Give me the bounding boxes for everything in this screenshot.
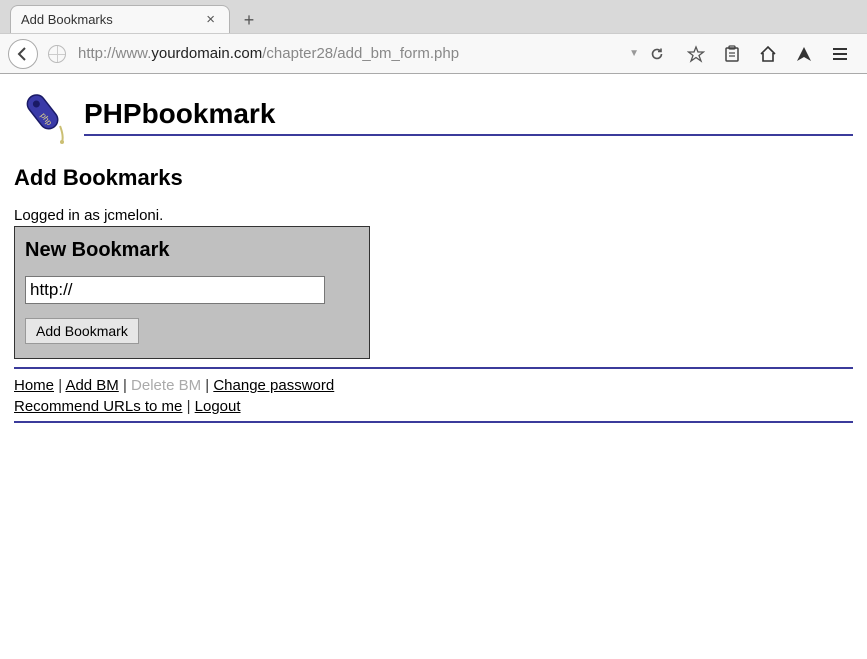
library-icon[interactable]	[721, 43, 743, 65]
nav-divider-top	[14, 367, 853, 369]
url-dropdown-icon[interactable]: ▼	[629, 48, 639, 59]
nav-separator: |	[123, 377, 131, 394]
send-icon[interactable]	[793, 43, 815, 65]
reload-button[interactable]	[649, 46, 665, 62]
browser-toolbar: http://www.yourdomain.com/chapter28/add_…	[0, 33, 867, 74]
nav-change-password-link[interactable]: Change password	[213, 377, 334, 394]
back-button[interactable]	[8, 39, 38, 69]
brand-divider	[84, 134, 853, 136]
nav-add-bm-link[interactable]: Add BM	[65, 377, 118, 394]
bookmark-star-icon[interactable]	[685, 43, 707, 65]
brand-title: PHPbookmark	[84, 98, 853, 130]
url-domain: yourdomain.com	[151, 45, 262, 62]
url-prefix: http://www.	[78, 45, 151, 62]
new-tab-button[interactable]: +	[236, 7, 262, 33]
site-identity-icon[interactable]	[48, 45, 66, 63]
brand-logo: php	[14, 86, 76, 147]
nav-separator: |	[187, 398, 195, 415]
nav-recommend-link[interactable]: Recommend URLs to me	[14, 398, 182, 415]
form-heading: New Bookmark	[25, 239, 359, 262]
hamburger-menu-icon[interactable]	[829, 43, 851, 65]
home-icon[interactable]	[757, 43, 779, 65]
login-status: Logged in as jcmeloni.	[14, 207, 853, 224]
page-heading: Add Bookmarks	[14, 165, 853, 191]
url-path: /chapter28/add_bm_form.php	[262, 45, 459, 62]
new-bookmark-form: New Bookmark Add Bookmark	[14, 226, 370, 359]
tab-close-icon[interactable]: ×	[202, 11, 219, 28]
nav-logout-link[interactable]: Logout	[195, 398, 241, 415]
bookmark-url-input[interactable]	[25, 276, 325, 304]
page-content: php PHPbookmark Add Bookmarks Logged in …	[0, 74, 867, 435]
tab-strip: Add Bookmarks × +	[0, 3, 867, 33]
footer-nav: Home | Add BM | Delete BM | Change passw…	[14, 375, 853, 417]
address-bar[interactable]: http://www.yourdomain.com/chapter28/add_…	[72, 40, 671, 68]
add-bookmark-button[interactable]: Add Bookmark	[25, 318, 139, 344]
browser-tab[interactable]: Add Bookmarks ×	[10, 5, 230, 33]
tab-title: Add Bookmarks	[21, 12, 113, 27]
nav-delete-bm-disabled: Delete BM	[131, 377, 201, 394]
nav-divider-bottom	[14, 421, 853, 423]
nav-home-link[interactable]: Home	[14, 377, 54, 394]
